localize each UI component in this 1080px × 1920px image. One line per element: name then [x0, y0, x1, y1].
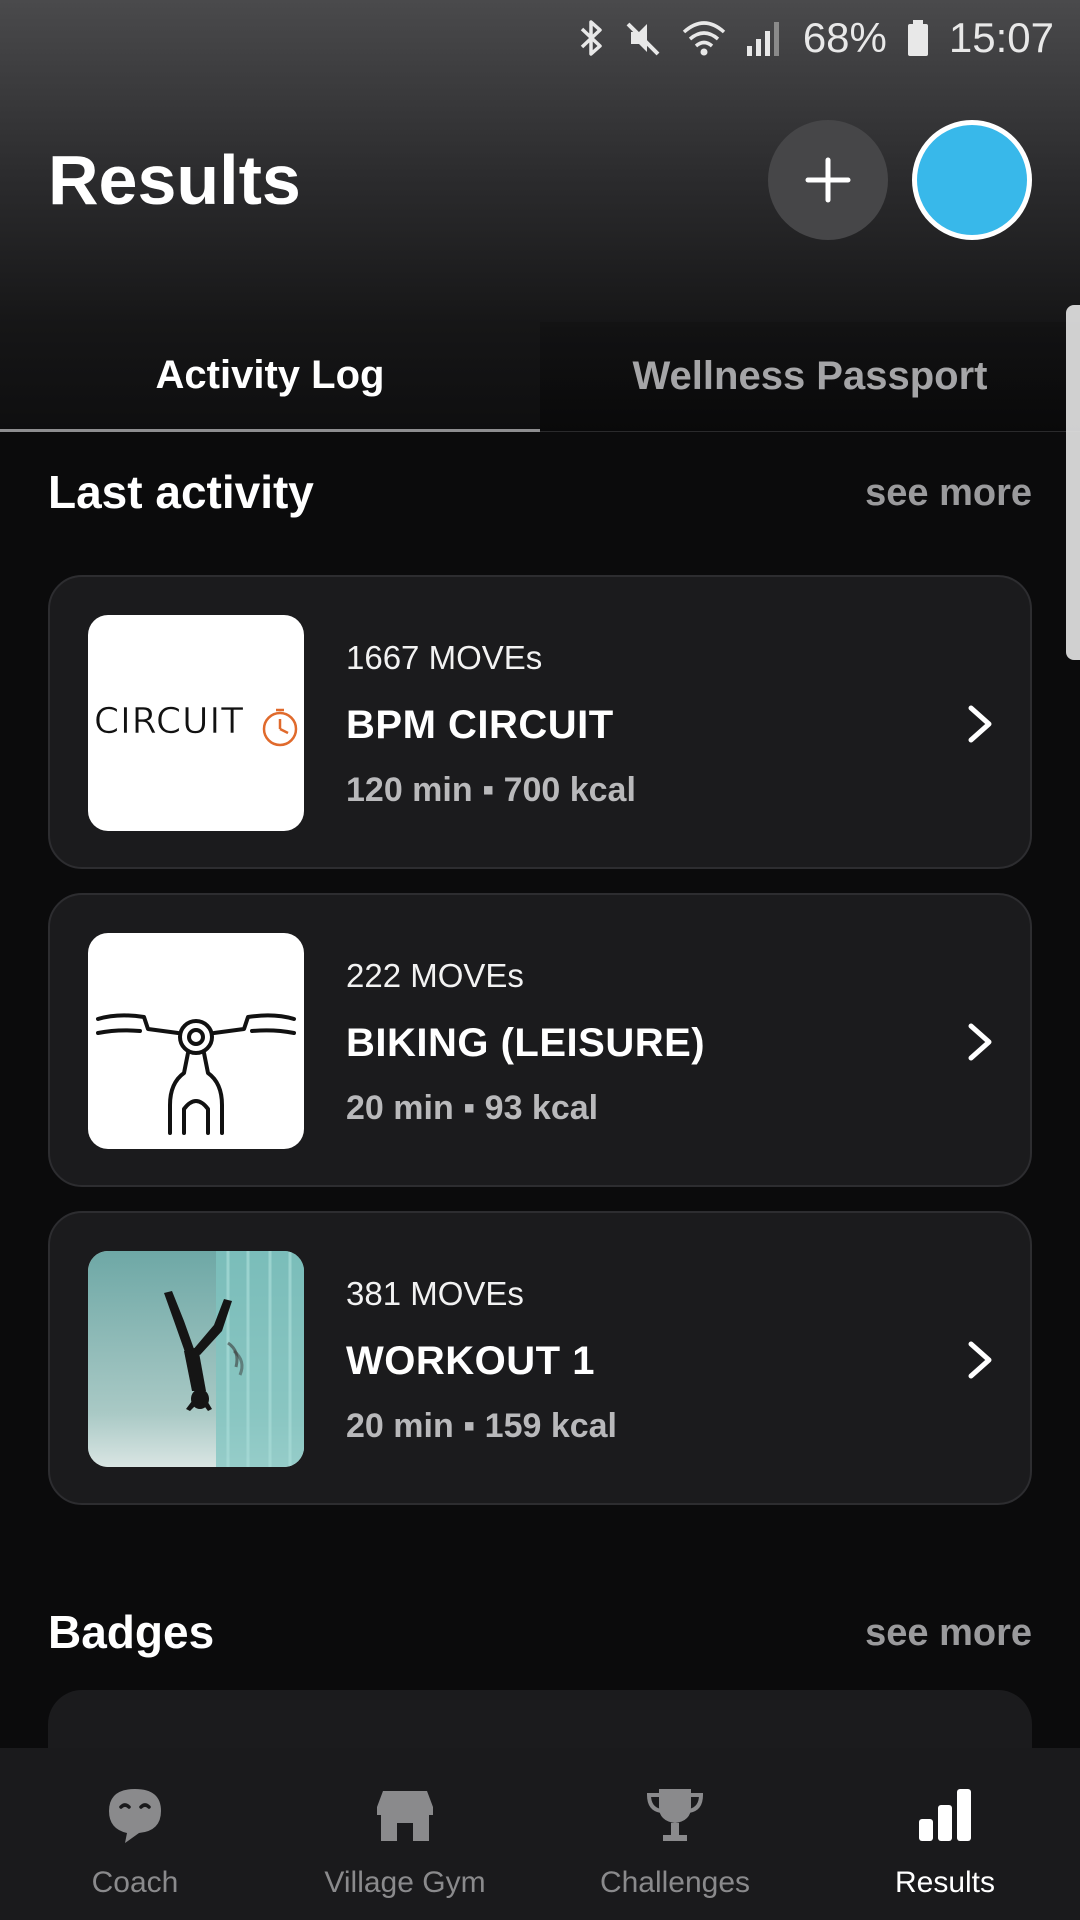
results-tabs: Activity Log Wellness Passport [0, 322, 1080, 432]
handstand-photo [88, 1251, 304, 1467]
tab-wellness-passport[interactable]: Wellness Passport [540, 322, 1080, 432]
wifi-icon [681, 18, 727, 58]
store-icon [373, 1780, 437, 1850]
tab-activity-log[interactable]: Activity Log [0, 322, 540, 432]
chevron-right-icon [950, 694, 1010, 754]
badges-title: Badges [48, 1606, 215, 1658]
last-activity-title: Last activity [48, 466, 314, 518]
nav-item-results[interactable]: Results [810, 1748, 1080, 1920]
trophy-icon [643, 1780, 707, 1850]
badges-see-more-link[interactable]: see more [865, 1612, 1032, 1655]
circuit-logo: CIRCUIT [94, 701, 298, 747]
bar-chart-icon [913, 1780, 977, 1850]
activity-card-bpm-circuit[interactable]: CIRCUIT 1667 MOVEs BPM CIRCUIT 120 min ▪… [48, 575, 1032, 869]
circuit-logo-thumbnail: CIRCUIT [88, 615, 304, 831]
nav-label: Coach [91, 1866, 179, 1899]
activity-meta: 20 min ▪ 159 kcal [346, 1407, 618, 1445]
activity-meta: 120 min ▪ 700 kcal [346, 771, 636, 809]
activity-card-biking[interactable]: 222 MOVEs BIKING (LEISURE) 20 min ▪ 93 k… [48, 893, 1032, 1187]
nav-label: Village Gym [324, 1866, 486, 1899]
activity-name: WORKOUT 1 [346, 1339, 595, 1383]
clock: 15:07 [948, 14, 1054, 61]
activity-meta: 20 min ▪ 93 kcal [346, 1089, 599, 1127]
nav-label: Results [894, 1866, 996, 1899]
add-activity-button[interactable] [768, 120, 888, 240]
battery-percentage: 68% [802, 14, 887, 61]
page-title: Results [48, 141, 301, 219]
last-activity-see-more-link[interactable]: see more [865, 472, 1032, 515]
coach-chat-icon [103, 1780, 167, 1850]
results-screen: 68% 15:07 Results Activity Log Wellness … [0, 0, 1080, 1920]
signal-icon [745, 18, 785, 58]
activity-card-workout-1[interactable]: 381 MOVEs WORKOUT 1 20 min ▪ 159 kcal [48, 1211, 1032, 1505]
activity-name: BPM CIRCUIT [346, 703, 614, 747]
plus-icon [805, 157, 851, 203]
avatar[interactable] [912, 120, 1032, 240]
handstand-thumbnail [88, 1251, 304, 1467]
status-bar: 68% 15:07 [0, 0, 1080, 76]
chevron-right-icon [950, 1330, 1010, 1390]
activity-moves: 222 MOVEs [346, 957, 524, 994]
nav-item-challenges[interactable]: Challenges [540, 1748, 810, 1920]
activity-moves: 381 MOVEs [346, 1275, 524, 1312]
battery-icon [905, 18, 931, 58]
nav-item-coach[interactable]: Coach [0, 1748, 270, 1920]
bluetooth-icon [579, 18, 605, 58]
chevron-right-icon [950, 1012, 1010, 1072]
activity-moves: 1667 MOVEs [346, 639, 543, 676]
activity-name: BIKING (LEISURE) [346, 1021, 706, 1065]
bike-handlebar-icon [96, 1013, 296, 1135]
bike-thumbnail [88, 933, 304, 1149]
mute-icon [623, 18, 663, 58]
nav-item-village-gym[interactable]: Village Gym [270, 1748, 540, 1920]
nav-label: Challenges [599, 1866, 751, 1899]
bottom-navigation: Coach Village Gym Challenges Results [0, 1748, 1080, 1920]
scrollbar[interactable] [1066, 305, 1080, 660]
svg-text:CIRCUIT: CIRCUIT [94, 701, 244, 742]
